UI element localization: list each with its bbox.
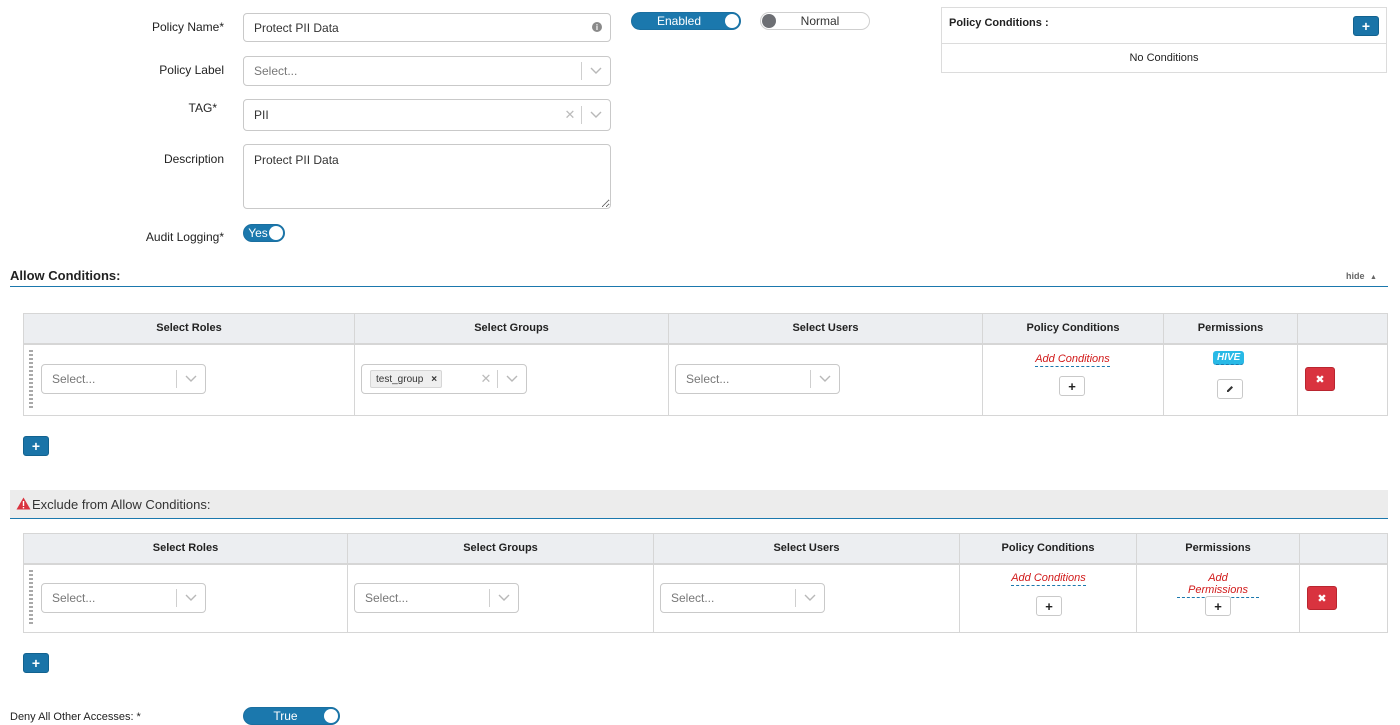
deny-all-toggle-label: True — [273, 709, 298, 723]
header-select-users: Select Users — [773, 542, 840, 554]
allow-conditions-table: Select Roles Select Groups Select Users … — [23, 313, 1388, 416]
chevron-down-icon[interactable] — [582, 67, 610, 75]
enabled-toggle-label: Enabled — [656, 14, 702, 28]
policy-name-input[interactable]: Protect PII Data i — [243, 13, 611, 42]
hive-permission-badge[interactable]: HIVE — [1213, 351, 1245, 365]
tag-select[interactable]: PII ✕ — [243, 99, 611, 131]
allow-divider — [10, 286, 1388, 287]
deny-all-label: Deny All Other Accesses: * — [10, 711, 141, 723]
caret-up-icon: ▲ — [1370, 274, 1377, 281]
tag-label: TAG* — [188, 101, 217, 115]
groups-placeholder: Select... — [365, 591, 409, 605]
priority-toggle-label: Normal — [800, 14, 840, 28]
plus-icon: + — [1214, 598, 1222, 614]
add-conditions-link[interactable]: Add Conditions — [1035, 353, 1110, 367]
enabled-toggle[interactable]: Enabled — [631, 12, 741, 30]
audit-logging-label: Audit Logging* — [145, 230, 224, 244]
policy-conditions-title: Policy Conditions : — [949, 17, 1049, 29]
group-chip-label: test_group — [376, 373, 424, 385]
exclude-users-select[interactable]: Select... — [660, 583, 825, 613]
add-policy-condition-button[interactable]: + — [1353, 16, 1379, 36]
hive-badge-label: HIVE — [1217, 352, 1241, 363]
header-policy-conditions: Policy Conditions — [1026, 322, 1120, 334]
exclude-title: Exclude from Allow Conditions: — [32, 497, 211, 512]
exclude-roles-select[interactable]: Select... — [41, 583, 206, 613]
chevron-down-icon[interactable] — [811, 375, 839, 383]
chevron-down-icon[interactable] — [498, 375, 526, 383]
chevron-down-icon[interactable] — [582, 111, 610, 119]
audit-logging-toggle[interactable]: Yes — [243, 224, 285, 242]
chevron-down-icon[interactable] — [177, 594, 205, 602]
roles-placeholder: Select... — [52, 372, 96, 386]
header-permissions: Permissions — [1185, 542, 1251, 554]
toggle-knob — [269, 226, 283, 240]
chevron-down-icon[interactable] — [177, 375, 205, 383]
add-conditions-link[interactable]: Add Conditions — [1011, 572, 1086, 586]
delete-icon: ✖ — [1317, 592, 1327, 605]
chip-remove-icon[interactable]: × — [431, 374, 437, 385]
edit-permissions-button[interactable] — [1217, 379, 1243, 399]
plus-icon: + — [1045, 598, 1053, 614]
plus-icon: + — [31, 655, 41, 671]
policy-name-label: Policy Name* — [151, 20, 224, 34]
add-permissions-link[interactable]: Add Permissions — [1177, 572, 1259, 598]
header-select-users: Select Users — [792, 322, 859, 334]
drag-handle[interactable] — [29, 570, 33, 626]
pencil-icon — [1227, 386, 1233, 392]
drag-handle[interactable] — [29, 350, 33, 408]
header-select-groups: Select Groups — [463, 542, 538, 554]
delete-icon: ✖ — [1315, 373, 1325, 386]
clear-icon[interactable]: ✕ — [475, 371, 497, 387]
exclude-section-header: Exclude from Allow Conditions: — [10, 490, 1388, 519]
add-condition-button[interactable]: + — [1059, 376, 1085, 396]
policy-label-placeholder: Select... — [254, 64, 298, 78]
hide-label: hide — [1346, 271, 1365, 281]
add-exclude-row-button[interactable]: + — [23, 653, 49, 673]
delete-row-button[interactable]: ✖ — [1305, 367, 1335, 391]
toggle-knob — [725, 14, 739, 28]
add-allow-row-button[interactable]: + — [23, 436, 49, 456]
toggle-knob — [324, 709, 338, 723]
audit-logging-toggle-label: Yes — [248, 226, 268, 240]
warning-icon — [16, 497, 31, 510]
priority-toggle[interactable]: Normal — [760, 12, 870, 30]
roles-placeholder: Select... — [52, 591, 96, 605]
allow-groups-select[interactable]: test_group × ✕ — [361, 364, 527, 394]
add-permission-button[interactable]: + — [1205, 596, 1231, 616]
tag-value: PII — [254, 108, 269, 122]
description-label: Description — [163, 152, 224, 166]
header-select-groups: Select Groups — [474, 322, 549, 334]
plus-icon: + — [1068, 378, 1076, 394]
policy-conditions-header: Policy Conditions : + — [942, 8, 1386, 44]
chevron-down-icon[interactable] — [796, 594, 824, 602]
allow-users-select[interactable]: Select... — [675, 364, 840, 394]
add-condition-button[interactable]: + — [1036, 596, 1062, 616]
hide-toggle[interactable]: hide ▲ — [1346, 271, 1377, 281]
info-icon: i — [592, 22, 602, 32]
header-permissions: Permissions — [1197, 322, 1264, 334]
policy-label-select[interactable]: Select... — [243, 56, 611, 86]
users-placeholder: Select... — [686, 372, 730, 386]
allow-conditions-title: Allow Conditions: — [10, 268, 121, 283]
policy-label-label: Policy Label — [159, 63, 224, 77]
users-placeholder: Select... — [671, 591, 715, 605]
exclude-conditions-table: Select Roles Select Groups Select Users … — [23, 533, 1388, 633]
group-chip: test_group × — [370, 370, 443, 388]
allow-roles-select[interactable]: Select... — [41, 364, 206, 394]
plus-icon: + — [31, 438, 41, 454]
plus-icon: + — [1361, 18, 1371, 34]
policy-name-value: Protect PII Data — [254, 20, 339, 35]
chevron-down-icon[interactable] — [490, 594, 518, 602]
toggle-knob — [762, 14, 776, 28]
exclude-groups-select[interactable]: Select... — [354, 583, 519, 613]
description-textarea[interactable]: Protect PII Data — [243, 144, 611, 209]
delete-row-button[interactable]: ✖ — [1307, 586, 1337, 610]
deny-all-toggle[interactable]: True — [243, 707, 340, 725]
policy-conditions-panel: Policy Conditions : + No Conditions — [941, 7, 1387, 73]
clear-icon[interactable]: ✕ — [559, 107, 581, 123]
no-conditions-text: No Conditions — [1129, 52, 1199, 64]
header-select-roles: Select Roles — [156, 322, 222, 334]
header-policy-conditions: Policy Conditions — [1001, 542, 1095, 554]
header-select-roles: Select Roles — [152, 542, 219, 554]
